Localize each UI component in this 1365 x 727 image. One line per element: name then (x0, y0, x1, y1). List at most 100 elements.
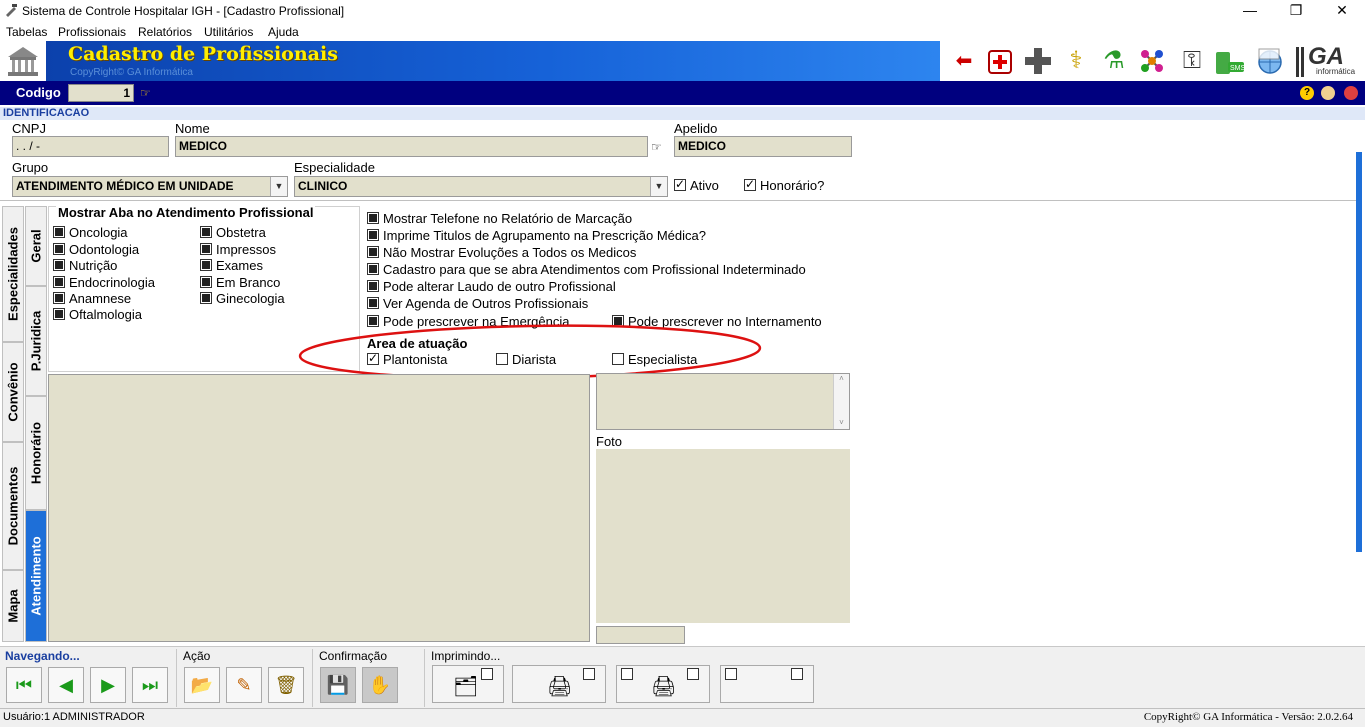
checkbox-icon[interactable] (791, 668, 803, 680)
aba-em-branco[interactable]: Em Branco (200, 275, 280, 290)
aba-impressos[interactable]: Impressos (200, 242, 276, 257)
exit-icon[interactable] (1344, 86, 1358, 100)
small-field[interactable] (596, 626, 685, 644)
checkbox-icon[interactable] (53, 226, 65, 238)
tab-convenio[interactable]: Convênio (2, 342, 24, 442)
checkbox-icon[interactable] (367, 263, 379, 275)
aba-endocrinologia[interactable]: Endocrinologia (53, 275, 155, 290)
nome-field[interactable]: MEDICO (175, 136, 648, 157)
cnpj-field[interactable]: . . / - (12, 136, 169, 157)
aba-ginecologia[interactable]: Ginecologia (200, 291, 285, 306)
aba-obstetra[interactable]: Obstetra (200, 225, 266, 240)
menu-profissionais[interactable]: Profissionais (58, 25, 126, 39)
tab-mapa[interactable]: Mapa (2, 570, 24, 642)
opt-ver-agenda[interactable]: Ver Agenda de Outros Profissionais (367, 296, 588, 311)
medical-kit-icon[interactable] (984, 45, 1016, 77)
print-cards-button[interactable]: 🗂 (432, 665, 504, 703)
restore-button[interactable]: ❐ (1273, 0, 1319, 22)
memo-scrollbar[interactable]: ˄ ˅ (833, 374, 849, 429)
checkbox-icon[interactable] (367, 297, 379, 309)
apelido-field[interactable]: MEDICO (674, 136, 852, 157)
sms-icon[interactable]: SMS (1214, 45, 1246, 77)
checkbox-icon[interactable] (200, 226, 212, 238)
molecule-icon[interactable] (1136, 45, 1168, 77)
new-record-button[interactable]: 📂 (184, 667, 220, 703)
previous-record-button[interactable]: ◀ (48, 667, 84, 703)
web-icon[interactable] (1254, 45, 1286, 77)
back-help-icon[interactable]: ⬅ (948, 45, 980, 77)
menu-tabelas[interactable]: Tabelas (6, 25, 47, 39)
tab-honorario[interactable]: Honorário (25, 396, 47, 510)
checkbox-icon[interactable] (53, 243, 65, 255)
checkbox-icon[interactable] (621, 668, 633, 680)
memo-field[interactable]: ˄ ˅ (596, 373, 850, 430)
pointer-hand-icon[interactable]: ☞ (651, 140, 662, 154)
aba-odontologia[interactable]: Odontologia (53, 242, 139, 257)
aba-oncologia[interactable]: Oncologia (53, 225, 128, 240)
checkbox-icon[interactable] (367, 229, 379, 241)
first-record-button[interactable]: ⏮ (6, 667, 42, 703)
checkbox-icon[interactable] (583, 668, 595, 680)
checkbox-icon[interactable] (53, 292, 65, 304)
foto-box[interactable] (596, 449, 850, 623)
opt-imprime-titulos[interactable]: Imprime Titulos de Agrupamento na Prescr… (367, 228, 706, 243)
checkbox-icon[interactable] (687, 668, 699, 680)
print-button-3[interactable] (720, 665, 814, 703)
opt-nao-mostrar-evolucoes[interactable]: Não Mostrar Evoluções a Todos os Medicos (367, 245, 636, 260)
cancel-button[interactable]: ✋ (362, 667, 398, 703)
lab-icon[interactable]: ⚗ (1098, 45, 1130, 77)
checkbox-icon[interactable] (200, 276, 212, 288)
menu-ajuda[interactable]: Ajuda (268, 25, 299, 39)
tab-documentos[interactable]: Documentos (2, 442, 24, 570)
delete-record-button[interactable]: 🗑 (268, 667, 304, 703)
menu-utilitarios[interactable]: Utilitários (204, 25, 253, 39)
checkbox-icon[interactable] (744, 177, 756, 191)
ativo-checkbox[interactable]: Ativo (674, 177, 719, 193)
save-button[interactable]: 💾 (320, 667, 356, 703)
chevron-down-icon[interactable]: ▼ (650, 177, 667, 196)
close-button[interactable]: ✕ (1319, 0, 1365, 22)
tab-especialidades[interactable]: Especialidades (2, 206, 24, 342)
especialidade-select[interactable]: CLINICO ▼ (294, 176, 668, 197)
checkbox-icon[interactable] (53, 259, 65, 271)
checkbox-icon[interactable] (367, 280, 379, 292)
opt-mostrar-telefone[interactable]: Mostrar Telefone no Relatório de Marcaçã… (367, 211, 632, 226)
checkbox-icon[interactable] (200, 259, 212, 271)
tab-atendimento[interactable]: Atendimento (25, 510, 47, 642)
cross-icon[interactable] (1022, 45, 1054, 77)
aba-exames[interactable]: Exames (200, 258, 263, 273)
chevron-up-icon[interactable]: ˄ (834, 374, 849, 383)
chevron-down-icon[interactable]: ▼ (270, 177, 287, 196)
checkbox-icon[interactable] (53, 276, 65, 288)
scrollbar[interactable] (1356, 152, 1362, 552)
print-button-1[interactable]: 🖨 (512, 665, 606, 703)
user-icon[interactable] (1321, 86, 1335, 100)
last-record-button[interactable]: ⏭ (132, 667, 168, 703)
edit-record-button[interactable]: ✎ (226, 667, 262, 703)
chevron-down-icon[interactable]: ˅ (834, 418, 849, 427)
codigo-field[interactable]: 1 (68, 84, 134, 102)
opt-alterar-laudo[interactable]: Pode alterar Laudo de outro Profissional (367, 279, 616, 294)
aba-anamnese[interactable]: Anamnese (53, 291, 131, 306)
notes-area[interactable] (48, 374, 590, 642)
print-button-2[interactable]: 🖨 (616, 665, 710, 703)
checkbox-icon[interactable] (53, 308, 65, 320)
menu-relatorios[interactable]: Relatórios (138, 25, 192, 39)
pointer-hand-icon[interactable]: ☞ (140, 86, 151, 100)
help-icon[interactable]: ? (1300, 86, 1314, 100)
checkbox-icon[interactable] (367, 212, 379, 224)
checkbox-icon[interactable] (725, 668, 737, 680)
checkbox-icon[interactable] (481, 668, 493, 680)
caduceus-icon[interactable]: ⚕ (1060, 45, 1092, 77)
aba-oftalmologia[interactable]: Oftalmologia (53, 307, 142, 322)
checkbox-icon[interactable] (200, 292, 212, 304)
tab-pjuridica[interactable]: P.Juridica (25, 286, 47, 396)
checkbox-icon[interactable] (200, 243, 212, 255)
checkbox-icon[interactable] (367, 246, 379, 258)
grupo-select[interactable]: ATENDIMENTO MÉDICO EM UNIDADE ▼ (12, 176, 288, 197)
minimize-button[interactable]: — (1227, 0, 1273, 22)
keys-icon[interactable]: ⚿ (1176, 45, 1208, 77)
checkbox-icon[interactable] (674, 177, 686, 191)
honorario-checkbox[interactable]: Honorário? (744, 177, 824, 193)
aba-nutricao[interactable]: Nutrição (53, 258, 117, 273)
